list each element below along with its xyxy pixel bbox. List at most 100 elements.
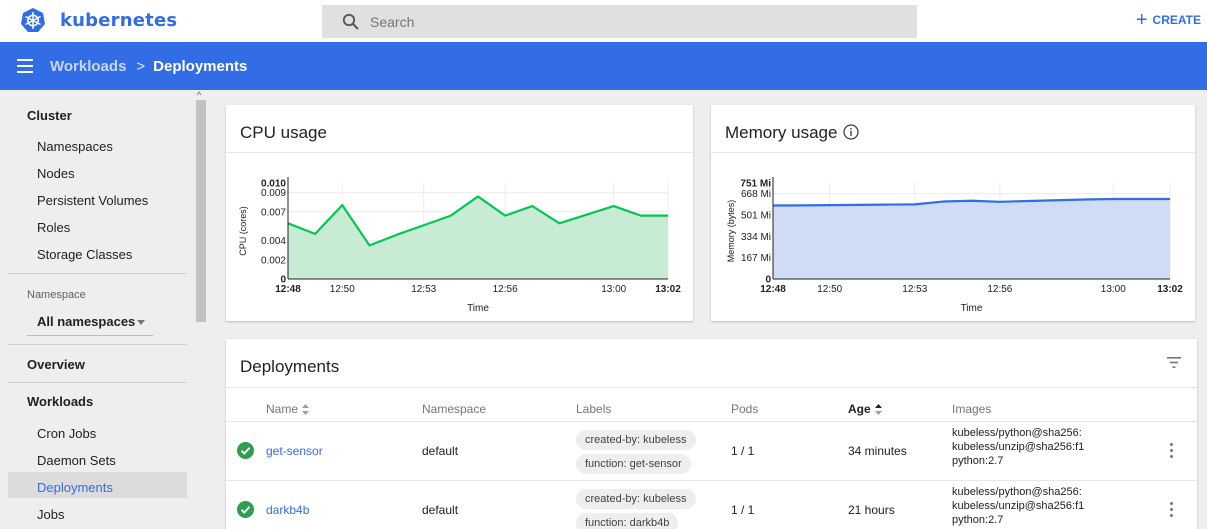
memory-card-title: Memory usage xyxy=(725,123,838,142)
column-header-images[interactable]: Images xyxy=(952,402,991,416)
sidebar-divider xyxy=(8,273,187,274)
app-name: kubernetes xyxy=(60,9,178,31)
x-tick-label: 12:48 xyxy=(760,284,786,295)
scroll-up-icon[interactable]: ^ xyxy=(197,90,201,100)
create-button[interactable]: + CREATE xyxy=(1135,9,1201,31)
deployment-age: 21 hours xyxy=(848,503,895,517)
deployment-pods: 1 / 1 xyxy=(731,503,755,517)
breadcrumb-current: Deployments xyxy=(153,57,248,75)
search-bar[interactable] xyxy=(322,5,917,38)
sidebar-item-roles[interactable]: Roles xyxy=(37,220,70,235)
search-input[interactable] xyxy=(370,13,890,30)
y-tick-label: 0.009 xyxy=(261,188,286,199)
y-tick-label: 167 Mi xyxy=(741,253,771,264)
column-header-namespace[interactable]: Namespace xyxy=(422,402,486,416)
deployment-namespace: default xyxy=(422,444,459,458)
sidebar-item-deployments[interactable]: Deployments xyxy=(37,480,113,495)
plus-icon: + xyxy=(1135,9,1148,31)
menu-icon[interactable] xyxy=(17,59,33,73)
deployment-name-link[interactable]: get-sensor xyxy=(266,444,323,458)
deployment-name-link[interactable]: darkb4b xyxy=(266,503,309,517)
x-tick-label: 12:53 xyxy=(902,284,927,295)
namespace-select[interactable]: All namespaces xyxy=(27,312,153,336)
image-name: kubeless/unzip@sha256:f1 xyxy=(952,441,1085,453)
column-header-name[interactable]: Name xyxy=(266,402,310,416)
x-tick-label: 12:50 xyxy=(330,284,355,295)
sidebar-heading-cluster[interactable]: Cluster xyxy=(27,108,72,123)
y-tick-label: 501 Mi xyxy=(741,210,771,221)
sidebar-item-jobs[interactable]: Jobs xyxy=(37,507,64,522)
x-tick-label: 12:50 xyxy=(817,284,842,295)
image-name: python:2.7 xyxy=(952,514,1004,526)
search-icon xyxy=(342,13,359,30)
image-name: kubeless/unzip@sha256:f1 xyxy=(952,500,1085,512)
table-divider xyxy=(226,480,1197,481)
create-label: CREATE xyxy=(1152,13,1201,27)
sidebar-item-nodes[interactable]: Nodes xyxy=(37,166,75,181)
helm-wheel-icon xyxy=(21,8,45,32)
column-name-label: Name xyxy=(266,402,299,416)
filter-icon[interactable] xyxy=(1167,357,1181,368)
row-actions-icon[interactable] xyxy=(1170,502,1174,520)
deployments-card: Deployments Name Namespace Labels Pods A… xyxy=(226,339,1197,529)
label-chip: function: get-sensor xyxy=(576,454,691,474)
sidebar-item-storage-classes[interactable]: Storage Classes xyxy=(37,247,132,262)
sidebar-scrollbar[interactable] xyxy=(196,100,206,322)
image-name: python:2.7 xyxy=(952,455,1004,467)
x-tick-label: 13:02 xyxy=(1157,284,1183,295)
y-tick-label: 751 Mi xyxy=(740,179,771,190)
row-actions-icon[interactable] xyxy=(1170,443,1174,461)
deployment-images: kubeless/python@sha256: kubeless/unzip@s… xyxy=(952,426,1114,468)
sidebar-item-namespaces[interactable]: Namespaces xyxy=(37,139,113,154)
y-tick-label: 0.010 xyxy=(261,179,286,190)
sidebar-heading-workloads[interactable]: Workloads xyxy=(27,394,93,409)
column-header-age[interactable]: Age xyxy=(848,402,882,416)
x-tick-label: 13:00 xyxy=(601,284,626,295)
label-chip: created-by: kubeless xyxy=(576,430,696,450)
x-axis-title: Time xyxy=(467,303,489,314)
label-chip: function: darkb4b xyxy=(576,513,679,529)
sidebar-divider xyxy=(8,344,187,345)
namespace-select-value: All namespaces xyxy=(37,314,136,329)
memory-card-title-wrap: Memory usage xyxy=(725,123,860,143)
info-icon[interactable] xyxy=(843,124,860,140)
cpu-usage-chart: 00.0020.0040.0070.0090.01012:48 12:50 12:5… xyxy=(238,177,681,314)
column-header-labels[interactable]: Labels xyxy=(576,402,611,416)
deployments-title: Deployments xyxy=(240,357,340,376)
table-divider xyxy=(226,421,1197,422)
sidebar: ^ Cluster Namespaces Nodes Persistent Vo… xyxy=(0,90,207,529)
y-tick-label: 0.004 xyxy=(261,236,286,247)
x-tick-label: 12:53 xyxy=(411,284,436,295)
column-header-pods[interactable]: Pods xyxy=(731,402,758,416)
sidebar-item-cron-jobs[interactable]: Cron Jobs xyxy=(37,426,96,441)
y-tick-label: 0.002 xyxy=(261,255,286,266)
breadcrumb-separator: > xyxy=(136,57,146,75)
namespace-label: Namespace xyxy=(27,289,86,301)
deployment-age: 34 minutes xyxy=(848,444,907,458)
table-divider xyxy=(226,387,1197,388)
deployment-pods: 1 / 1 xyxy=(731,444,755,458)
y-axis-title: CPU (cores) xyxy=(238,206,248,256)
deployment-images: kubeless/python@sha256: kubeless/unzip@s… xyxy=(952,485,1114,527)
deployment-namespace: default xyxy=(422,503,459,517)
page-header: Workloads > Deployments xyxy=(0,42,1207,90)
label-chip: created-by: kubeless xyxy=(576,489,696,509)
kubernetes-logo[interactable]: kubernetes xyxy=(20,7,177,33)
x-tick-label: 12:56 xyxy=(493,284,518,295)
sidebar-item-persistent-volumes[interactable]: Persistent Volumes xyxy=(37,193,148,208)
top-bar: kubernetes + CREATE xyxy=(0,0,1207,42)
sidebar-divider xyxy=(8,382,187,383)
sidebar-item-overview[interactable]: Overview xyxy=(27,357,85,372)
x-tick-label: 13:02 xyxy=(655,284,681,295)
breadcrumb-workloads[interactable]: Workloads xyxy=(50,58,126,75)
column-age-label: Age xyxy=(848,402,871,416)
image-name: kubeless/python@sha256: xyxy=(952,486,1082,498)
cpu-usage-card: CPU usage 0 0.002 0.004 0.007 0.009 0.010 12:4… xyxy=(226,105,693,321)
sort-icon xyxy=(874,404,882,416)
series-area xyxy=(773,198,1170,279)
x-axis-title: Time xyxy=(961,303,983,314)
y-tick-label: 334 Mi xyxy=(741,232,771,243)
status-ok-icon xyxy=(237,501,254,518)
memory-usage-chart: 0167 Mi334 Mi501 Mi668 Mi751 Mi12:48 12:5… xyxy=(726,177,1183,314)
sidebar-item-daemon-sets[interactable]: Daemon Sets xyxy=(37,453,116,468)
